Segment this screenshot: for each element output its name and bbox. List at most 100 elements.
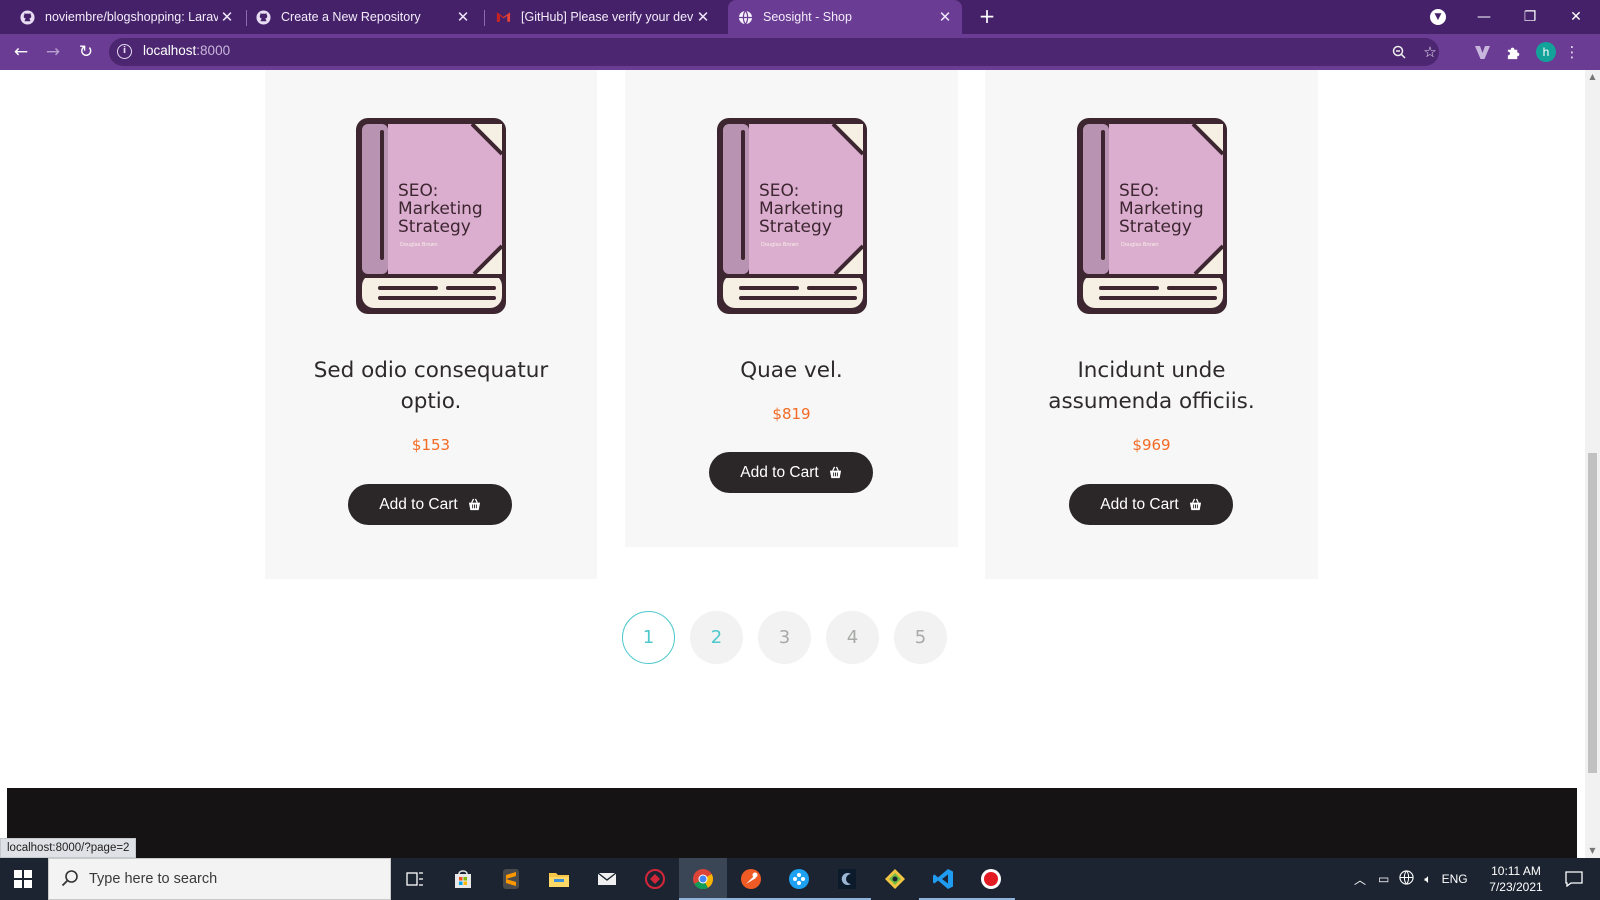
product-title[interactable]: Sed odio consequatur optio. — [265, 355, 597, 417]
search-icon — [61, 869, 81, 889]
address-bar[interactable]: i localhost:8000 ☆ — [109, 38, 1439, 66]
shopping-basket-icon — [829, 466, 842, 479]
shopping-basket-icon — [1189, 498, 1202, 511]
task-view-icon[interactable] — [391, 858, 439, 900]
vscode-icon[interactable] — [919, 858, 967, 900]
tab-search-icon[interactable]: ▼ — [1430, 9, 1446, 25]
chrome-icon[interactable] — [679, 858, 727, 900]
notifications-icon[interactable] — [1552, 858, 1596, 900]
windows-start-icon[interactable] — [0, 858, 46, 900]
close-tab-icon[interactable]: ✕ — [936, 8, 954, 26]
scroll-up-icon[interactable]: ▲ — [1588, 72, 1597, 81]
pagination: 1 2 3 4 5 — [622, 611, 947, 664]
site-footer — [7, 788, 1577, 858]
page-link-3[interactable]: 3 — [758, 611, 811, 664]
cover-line: SEO: — [1119, 181, 1159, 201]
reload-icon[interactable]: ↻ — [73, 40, 99, 64]
add-to-cart-button[interactable]: Add to Cart — [1069, 484, 1233, 525]
browser-tab-strip: noviembre/blogshopping: Larave ✕ Create … — [0, 0, 1600, 34]
clock-time: 10:11 AM — [1491, 864, 1541, 878]
gmail-icon — [496, 10, 511, 25]
tab-seosight-shop[interactable]: Seosight - Shop ✕ — [728, 0, 962, 34]
cover-line: Marketing — [1119, 199, 1204, 219]
page-link-5[interactable]: 5 — [894, 611, 947, 664]
add-to-cart-button[interactable]: Add to Cart — [348, 484, 512, 525]
shopping-basket-icon — [468, 498, 481, 511]
eclipse-ide-icon[interactable] — [823, 858, 871, 900]
scrollbar-thumb[interactable] — [1588, 453, 1597, 773]
scroll-down-icon[interactable]: ▼ — [1588, 846, 1597, 855]
add-to-cart-button[interactable]: Add to Cart — [709, 452, 873, 493]
github-icon — [256, 9, 271, 25]
close-tab-icon[interactable]: ✕ — [218, 8, 236, 26]
taskbar-clock[interactable]: 10:11 AM 7/23/2021 — [1481, 863, 1551, 895]
book-cover-image[interactable]: SEO: Marketing Strategy Douglas Brown — [1075, 116, 1229, 316]
game-app-icon[interactable] — [631, 858, 679, 900]
restore-icon[interactable]: ❐ — [1508, 0, 1552, 34]
cover-author: Douglas Brown — [400, 242, 438, 248]
profile-avatar[interactable]: h — [1536, 42, 1556, 62]
tab-divider — [484, 10, 485, 26]
app-bubble-icon[interactable] — [775, 858, 823, 900]
tab-create-repository[interactable]: Create a New Repository ✕ — [248, 0, 480, 34]
site-info-icon[interactable]: i — [117, 44, 132, 59]
new-tab-button[interactable]: + — [975, 5, 999, 29]
product-card: SEO: Marketing Strategy Douglas Brown Se… — [265, 70, 597, 579]
close-tab-icon[interactable]: ✕ — [454, 8, 472, 26]
volume-icon[interactable]: 🔈︎ — [1424, 872, 1431, 887]
product-price: $969 — [1132, 436, 1171, 454]
link-status-bubble: localhost:8000/?page=2 — [0, 838, 137, 858]
product-price: $153 — [411, 436, 451, 454]
minimize-icon[interactable]: — — [1462, 0, 1506, 34]
browser-toolbar: ← → ↻ i localhost:8000 ☆ — [0, 34, 1600, 70]
tab-title: Create a New Repository — [281, 10, 421, 24]
close-tab-icon[interactable]: ✕ — [694, 8, 712, 26]
file-explorer-icon[interactable] — [535, 858, 583, 900]
cover-line: Strategy — [1119, 217, 1192, 237]
tab-title: [GitHub] Please verify your devic — [521, 10, 694, 24]
screen-recorder-icon[interactable] — [967, 858, 1015, 900]
close-window-icon[interactable]: ✕ — [1554, 0, 1598, 34]
tab-blogshopping[interactable]: noviembre/blogshopping: Larave ✕ — [12, 0, 244, 34]
cover-author: Douglas Brown — [761, 242, 799, 248]
page-link-2[interactable]: 2 — [690, 611, 743, 664]
microsoft-store-icon[interactable] — [439, 858, 487, 900]
product-title[interactable]: Incidunt unde assumenda officiis. — [985, 355, 1318, 417]
chevron-up-icon[interactable]: ︿ — [1354, 871, 1366, 888]
cover-line: Marketing — [398, 199, 483, 219]
cover-line: Strategy — [398, 217, 471, 237]
sublime-text-icon[interactable] — [487, 858, 535, 900]
cover-line: SEO: — [759, 181, 799, 201]
page-link-4[interactable]: 4 — [826, 611, 879, 664]
tab-title: noviembre/blogshopping: Larave — [45, 10, 218, 24]
zoom-icon[interactable] — [1389, 42, 1409, 62]
tab-github-verify[interactable]: [GitHub] Please verify your devic ✕ — [488, 0, 720, 34]
windows-taskbar: Type here to search ︿ ▭ 🔈︎ ENG 10:11 AM … — [0, 858, 1600, 900]
bookmark-star-icon[interactable]: ☆ — [1420, 42, 1440, 62]
mail-icon[interactable] — [583, 858, 631, 900]
network-globe-icon[interactable] — [1399, 870, 1414, 888]
git-client-icon[interactable] — [871, 858, 919, 900]
product-card: SEO: Marketing Strategy Douglas Brown Qu… — [625, 70, 958, 547]
book-cover-image[interactable]: SEO: Marketing Strategy Douglas Brown — [354, 116, 508, 316]
product-card: SEO: Marketing Strategy Douglas Brown In… — [985, 70, 1318, 579]
url-text: localhost:8000 — [143, 43, 231, 58]
taskbar-search-box[interactable]: Type here to search — [48, 858, 391, 900]
clock-date: 7/23/2021 — [1489, 880, 1543, 894]
globe-icon — [738, 10, 753, 25]
back-arrow-icon[interactable]: ← — [8, 40, 34, 64]
language-indicator[interactable]: ENG — [1442, 872, 1468, 886]
book-cover-image[interactable]: SEO: Marketing Strategy Douglas Brown — [715, 116, 869, 316]
postman-icon[interactable] — [727, 858, 775, 900]
extension-v-icon[interactable] — [1472, 42, 1492, 62]
forward-arrow-icon[interactable]: → — [40, 40, 66, 64]
menu-kebab-icon[interactable]: ⋮ — [1562, 42, 1582, 62]
product-title[interactable]: Quae vel. — [625, 355, 958, 386]
system-tray: ︿ ▭ 🔈︎ ENG — [1354, 858, 1468, 900]
page-link-1[interactable]: 1 — [622, 611, 675, 664]
tab-divider — [246, 10, 247, 26]
extensions-puzzle-icon[interactable] — [1503, 42, 1523, 62]
battery-icon[interactable]: ▭ — [1378, 872, 1389, 886]
cover-author: Douglas Brown — [1121, 242, 1159, 248]
page-scrollbar[interactable]: ▲ ▼ — [1585, 70, 1600, 858]
